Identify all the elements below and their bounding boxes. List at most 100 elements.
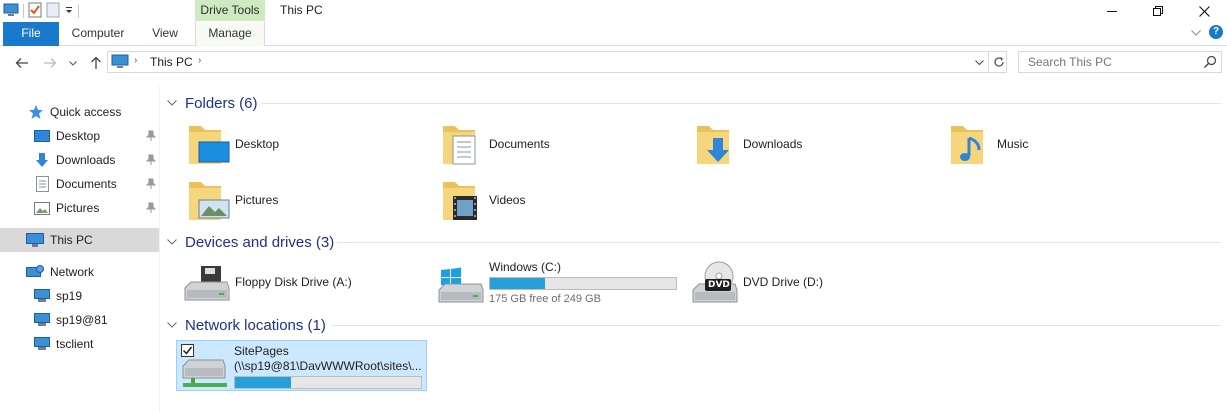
pin-icon[interactable] xyxy=(145,178,157,193)
this-pc-icon[interactable] xyxy=(3,3,19,20)
window-controls xyxy=(1089,0,1227,22)
nav-item-label: Network xyxy=(50,265,95,279)
tile-label: Documents xyxy=(489,137,550,151)
tab-manage[interactable]: Manage xyxy=(195,22,265,47)
folder-tile-music[interactable]: Music xyxy=(947,119,1028,169)
nav-item-label: Documents xyxy=(56,177,117,191)
tile-label: Pictures xyxy=(235,193,279,207)
tile-label: Desktop xyxy=(235,137,280,151)
new-folder-icon[interactable] xyxy=(46,2,60,21)
drive-usage-fill xyxy=(490,277,546,289)
restore-icon xyxy=(1153,6,1163,16)
nav-item-label: Quick access xyxy=(50,105,122,119)
refresh-button[interactable] xyxy=(988,52,1008,72)
floppy-drive-icon xyxy=(181,258,233,306)
back-arrow-icon xyxy=(15,58,28,68)
group-title: Network locations (1) xyxy=(185,316,326,334)
properties-icon[interactable] xyxy=(28,2,42,21)
pin-icon[interactable] xyxy=(145,202,157,217)
folder-tile-downloads[interactable]: Downloads xyxy=(693,119,802,169)
drive-free-space: 175 GB free of 249 GB xyxy=(489,292,601,305)
network-path: (\\sp19@81\DavWWWRoot\sites\... xyxy=(234,359,422,373)
nav-item-documents[interactable]: Documents xyxy=(0,172,159,196)
search-icon[interactable] xyxy=(1203,55,1217,72)
chevron-down-icon xyxy=(69,60,77,66)
breadcrumb-separator-icon[interactable]: › xyxy=(198,55,201,66)
chevron-down-icon xyxy=(974,59,984,65)
forward-button[interactable] xyxy=(40,53,60,73)
dvd-drive-icon: DVD xyxy=(689,258,741,306)
desktop-icon xyxy=(34,128,50,144)
forward-arrow-icon xyxy=(44,58,57,68)
nav-item-downloads[interactable]: Downloads xyxy=(0,148,159,172)
expand-ribbon-icon[interactable] xyxy=(1191,25,1201,39)
nav-this-pc[interactable]: This PC xyxy=(0,228,159,252)
documents-folder-icon xyxy=(439,120,487,168)
tab-file[interactable]: File xyxy=(3,22,59,46)
tab-view[interactable]: View xyxy=(140,22,190,46)
group-header-network[interactable]: Network locations (1) xyxy=(167,315,326,335)
folder-tile-documents[interactable]: Documents xyxy=(439,119,550,169)
address-history-dropdown[interactable] xyxy=(971,54,987,70)
windows-drive-icon xyxy=(435,258,487,306)
breadcrumb-this-pc[interactable]: This PC xyxy=(150,55,193,69)
group-title: Folders (6) xyxy=(185,94,258,112)
nav-item-sp19[interactable]: sp19 xyxy=(0,284,159,308)
tile-label: Downloads xyxy=(743,137,803,151)
drive-tools-context-label: Drive Tools xyxy=(195,0,265,21)
videos-folder-icon xyxy=(439,176,487,224)
music-folder-icon xyxy=(947,120,995,168)
help-icon[interactable]: ? xyxy=(1209,25,1223,39)
pin-icon[interactable] xyxy=(145,154,157,169)
download-arrow-icon xyxy=(34,152,50,168)
qat-separator xyxy=(23,4,24,18)
nav-item-label: tsclient xyxy=(56,337,94,351)
ribbon-controls: ? xyxy=(1191,25,1223,39)
nav-item-label: sp19@81 xyxy=(56,313,108,327)
up-button[interactable] xyxy=(86,53,106,73)
network-usage-fill xyxy=(235,377,291,388)
recent-locations-button[interactable] xyxy=(66,53,80,73)
ribbon-tabs: File Computer View Manage ? xyxy=(0,22,1227,47)
network-tile-sitepages[interactable]: SitePages (\\sp19@81\DavWWWRoot\sites\..… xyxy=(176,340,427,391)
drive-tile-dvd[interactable]: DVD DVD Drive (D:) xyxy=(689,257,823,307)
address-bar[interactable]: › This PC › xyxy=(107,51,1007,73)
drive-tile-floppy[interactable]: Floppy Disk Drive (A:) xyxy=(181,257,352,307)
nav-item-tsclient[interactable]: tsclient xyxy=(0,332,159,356)
search-box[interactable] xyxy=(1018,51,1222,73)
nav-network[interactable]: Network xyxy=(0,260,159,284)
nav-item-label: Pictures xyxy=(56,201,100,215)
picture-icon xyxy=(34,200,50,216)
downloads-folder-icon xyxy=(693,120,741,168)
folder-tile-pictures[interactable]: Pictures xyxy=(185,175,278,225)
breadcrumb-separator-icon[interactable]: › xyxy=(134,55,137,66)
nav-quick-access[interactable]: Quick access xyxy=(0,100,159,124)
folder-tile-videos[interactable]: Videos xyxy=(439,175,525,225)
chevron-down-icon xyxy=(167,100,181,106)
search-input[interactable] xyxy=(1019,52,1199,72)
qat-separator xyxy=(78,4,79,18)
quick-access-toolbar xyxy=(3,2,79,20)
network-tile-label: SitePages (\\sp19@81\DavWWWRoot\sites\..… xyxy=(234,344,422,389)
restore-button[interactable] xyxy=(1135,0,1181,22)
close-button[interactable] xyxy=(1181,0,1227,22)
nav-item-pictures[interactable]: Pictures xyxy=(0,196,159,220)
back-button[interactable] xyxy=(12,53,32,73)
pin-icon[interactable] xyxy=(145,130,157,145)
this-pc-icon xyxy=(26,232,44,248)
nav-item-label: Desktop xyxy=(56,129,101,143)
network-drive-icon xyxy=(179,344,231,390)
nav-item-desktop[interactable]: Desktop xyxy=(0,124,159,148)
minimize-button[interactable] xyxy=(1089,0,1135,22)
nav-item-sp19-81[interactable]: sp19@81 xyxy=(0,308,159,332)
drive-info: Windows (C:) 175 GB free of 249 GB xyxy=(489,260,677,305)
qat-dropdown-icon[interactable] xyxy=(64,4,74,18)
group-header-folders[interactable]: Folders (6) xyxy=(167,93,258,113)
network-usage-bar xyxy=(234,376,422,389)
group-header-drives[interactable]: Devices and drives (3) xyxy=(167,232,334,252)
tab-computer[interactable]: Computer xyxy=(62,22,134,46)
folder-tile-desktop[interactable]: Desktop xyxy=(185,119,279,169)
network-icon xyxy=(26,264,44,280)
drive-tile-windows-c[interactable]: Windows (C:) 175 GB free of 249 GB xyxy=(435,257,677,307)
desktop-folder-icon xyxy=(185,120,233,168)
